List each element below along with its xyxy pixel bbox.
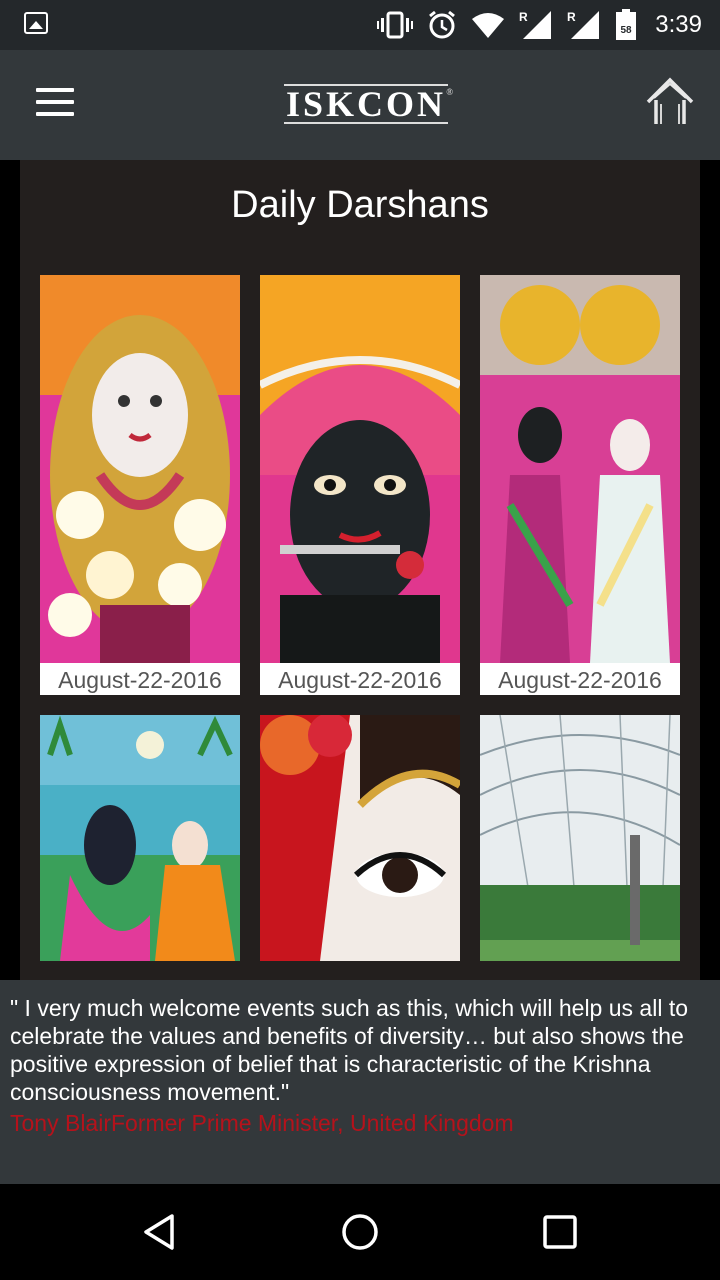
home-nav-icon[interactable] — [338, 1210, 382, 1254]
vibrate-icon — [377, 11, 414, 39]
quote-author: Tony BlairFormer Prime Minister, United … — [10, 1110, 514, 1136]
darshan-image-painting — [40, 715, 240, 961]
app-bar: ISKCON ® — [0, 50, 720, 160]
home-icon[interactable] — [644, 76, 696, 128]
registered-mark: ® — [446, 87, 456, 97]
menu-icon-bar — [36, 100, 74, 104]
darshan-date: August-22-2016 — [40, 663, 240, 695]
darshan-date: August-22-2016 — [480, 663, 680, 695]
darshan-tile[interactable]: August-22-2016 — [480, 275, 680, 695]
recents-icon[interactable] — [538, 1210, 582, 1254]
status-bar: R R 58 3:39 — [0, 0, 720, 50]
darshan-image-eye — [260, 715, 460, 961]
quote-text: " I very much welcome events such as thi… — [10, 995, 688, 1105]
battery-icon: 58 — [616, 9, 637, 40]
wifi-icon — [472, 13, 505, 38]
menu-button[interactable] — [36, 88, 76, 118]
darshan-tile[interactable]: August-22-2016 — [260, 275, 460, 695]
system-nav-bar — [0, 1184, 720, 1280]
darshan-image-radha — [40, 275, 240, 663]
darshan-image-radha-krishna — [480, 275, 680, 663]
darshan-tile[interactable] — [260, 715, 460, 961]
alarm-icon — [429, 10, 456, 39]
darshan-image-krishna — [260, 275, 460, 663]
svg-text:58: 58 — [621, 25, 633, 36]
gallery-notification-icon — [24, 12, 48, 34]
darshan-gallery: Daily Darshans August-22-2016 August-22-… — [20, 160, 700, 980]
clock: 3:39 — [655, 11, 702, 38]
menu-icon-bar — [36, 88, 74, 92]
svg-text:R: R — [567, 10, 576, 24]
svg-text:R: R — [519, 10, 528, 24]
darshan-image-dome — [480, 715, 680, 961]
logo-text: ISKCON — [285, 84, 447, 124]
testimonial-panel: " I very much welcome events such as thi… — [0, 980, 720, 1184]
darshan-date: August-22-2016 — [260, 663, 460, 695]
back-icon[interactable] — [138, 1210, 182, 1254]
darshan-tile[interactable] — [480, 715, 680, 961]
signal-roaming-icon-2: R — [567, 10, 600, 39]
page-title: Daily Darshans — [231, 184, 489, 226]
darshan-tile[interactable]: August-22-2016 — [40, 275, 240, 695]
menu-icon-bar — [36, 112, 74, 116]
signal-roaming-icon: R — [519, 10, 552, 39]
darshan-tile[interactable] — [40, 715, 240, 961]
iskcon-logo: ISKCON ® — [284, 84, 453, 124]
